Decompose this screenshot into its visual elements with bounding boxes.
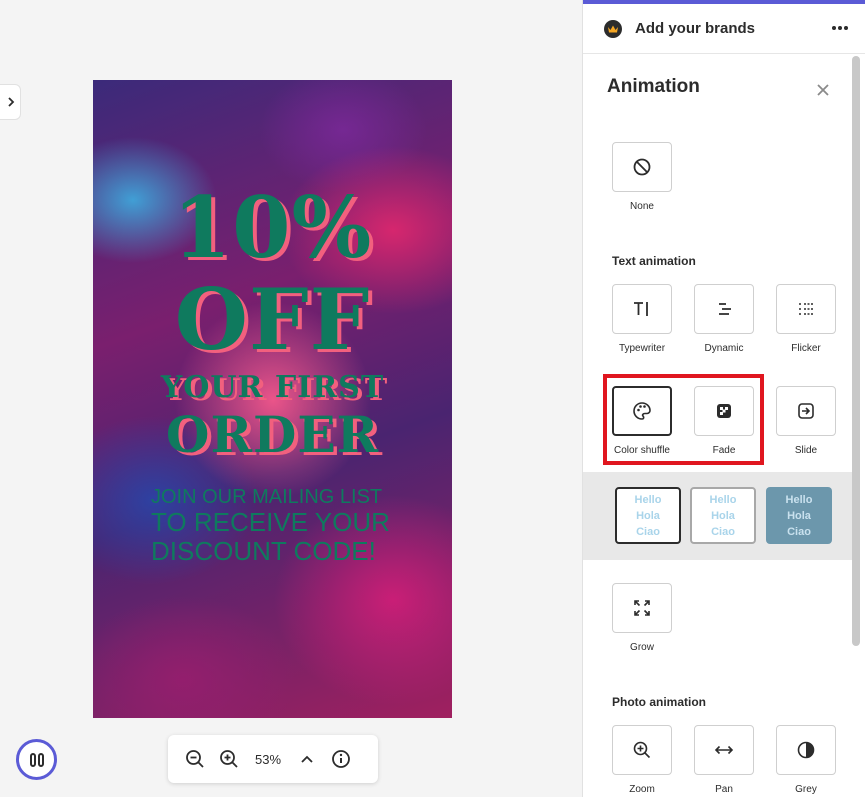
more-options-button[interactable] bbox=[830, 18, 850, 38]
grow-label: Grow bbox=[630, 642, 654, 653]
variant-option-3[interactable]: Hello Hola Ciao bbox=[766, 487, 832, 544]
grow-icon bbox=[634, 600, 650, 616]
poster-headline-4: ORDER bbox=[165, 405, 380, 464]
chevron-right-icon bbox=[7, 97, 14, 107]
chevron-up-icon bbox=[301, 755, 313, 763]
zoom-in-icon bbox=[633, 741, 651, 759]
selection-highlight-box bbox=[603, 374, 764, 465]
pan-animation-label: Pan bbox=[715, 784, 733, 795]
zoom-in-icon bbox=[220, 750, 238, 768]
pan-icon bbox=[714, 745, 734, 755]
variant-text: Hello bbox=[634, 493, 662, 506]
variant-option-1[interactable]: Hello Hola Ciao bbox=[615, 487, 681, 544]
zoom-percentage: 53% bbox=[254, 751, 282, 767]
info-button[interactable] bbox=[324, 742, 358, 776]
zoom-out-icon bbox=[186, 750, 204, 768]
dynamic-label: Dynamic bbox=[704, 343, 744, 354]
expand-panel-button[interactable] bbox=[0, 84, 21, 120]
flicker-label: Flicker bbox=[791, 343, 821, 354]
typewriter-button[interactable] bbox=[612, 284, 672, 334]
variant-text: Ciao bbox=[787, 525, 811, 538]
poster-headline-1: 10% bbox=[172, 178, 373, 277]
typewriter-label: Typewriter bbox=[618, 343, 666, 354]
crown-icon bbox=[604, 19, 622, 38]
pause-icon bbox=[37, 752, 44, 767]
dynamic-icon bbox=[719, 303, 731, 315]
photo-animation-heading: Photo animation bbox=[612, 695, 706, 709]
slide-button[interactable] bbox=[776, 386, 836, 436]
panel-scrollbar[interactable] bbox=[852, 56, 860, 646]
variant-text: Hola bbox=[787, 509, 811, 522]
text-animation-heading: Text animation bbox=[612, 254, 696, 268]
close-button[interactable] bbox=[813, 80, 833, 100]
more-icon bbox=[832, 26, 836, 30]
poster-subtext-2: TO RECEIVE YOUR bbox=[151, 507, 390, 537]
zoom-animation-button[interactable] bbox=[612, 725, 672, 775]
canvas-area: 10% OFF YOUR FIRST ORDER JOIN OUR MAILIN… bbox=[0, 0, 582, 797]
variant-text: Hola bbox=[711, 509, 735, 522]
variant-text: Ciao bbox=[711, 525, 735, 538]
pan-animation-button[interactable] bbox=[694, 725, 754, 775]
slide-label: Slide bbox=[794, 445, 818, 456]
dynamic-button[interactable] bbox=[694, 284, 754, 334]
zoom-in-button[interactable] bbox=[212, 742, 246, 776]
grey-icon bbox=[797, 741, 815, 759]
color-shuffle-variants: Hello Hola Ciao Hello Hola Ciao Hello Ho… bbox=[583, 472, 852, 560]
variant-option-2[interactable]: Hello Hola Ciao bbox=[690, 487, 756, 544]
animation-panel: Add your brands Animation None Text anim… bbox=[582, 0, 865, 797]
typewriter-icon bbox=[634, 302, 648, 316]
pause-button[interactable] bbox=[16, 739, 57, 780]
poster-headline-2: OFF bbox=[174, 270, 371, 369]
none-icon bbox=[633, 158, 651, 176]
brand-bar[interactable]: Add your brands bbox=[583, 4, 865, 54]
flicker-icon bbox=[799, 303, 813, 315]
close-icon bbox=[817, 84, 829, 96]
variant-text: Hello bbox=[709, 493, 737, 506]
zoom-out-button[interactable] bbox=[178, 742, 212, 776]
variant-text: Hola bbox=[636, 509, 660, 522]
zoom-toolbar: 53% bbox=[168, 735, 378, 783]
zoom-options-button[interactable] bbox=[290, 742, 324, 776]
pause-icon bbox=[29, 752, 36, 767]
grey-animation-label: Grey bbox=[795, 784, 817, 795]
grey-animation-button[interactable] bbox=[776, 725, 836, 775]
brand-title: Add your brands bbox=[635, 20, 756, 37]
poster-headline-3: YOUR FIRST bbox=[160, 370, 385, 405]
zoom-animation-label: Zoom bbox=[629, 784, 655, 795]
variant-text: Hello bbox=[785, 493, 813, 506]
grow-button[interactable] bbox=[612, 583, 672, 633]
flicker-button[interactable] bbox=[776, 284, 836, 334]
animation-none-label: None bbox=[630, 201, 654, 212]
variant-text: Ciao bbox=[636, 525, 660, 538]
poster-artwork[interactable]: 10% OFF YOUR FIRST ORDER JOIN OUR MAILIN… bbox=[93, 80, 452, 718]
info-icon bbox=[332, 750, 350, 768]
poster-subtext-3: DISCOUNT CODE! bbox=[151, 536, 376, 566]
slide-icon bbox=[798, 403, 814, 419]
panel-title: Animation bbox=[607, 76, 700, 97]
animation-none-button[interactable] bbox=[612, 142, 672, 192]
